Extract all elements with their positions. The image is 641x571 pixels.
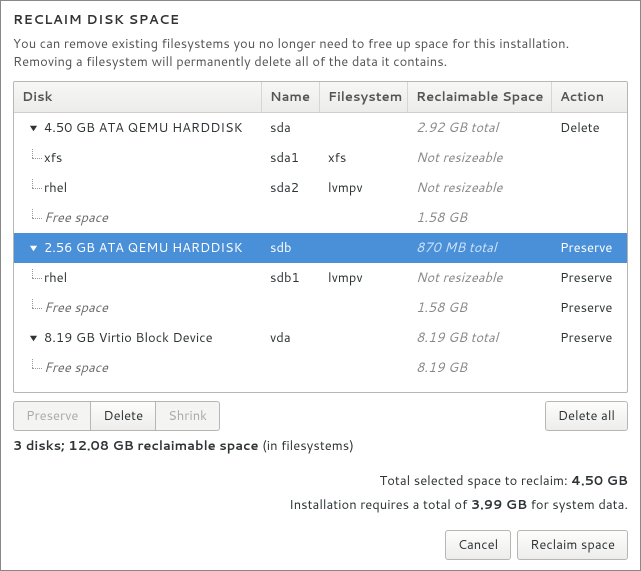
required-space-line: Installation requires a total of 3.99 GB… — [13, 493, 628, 518]
row-action: Preserve — [552, 299, 627, 317]
table-header: Disk Name Filesystem Reclaimable Space A… — [14, 82, 627, 113]
row-disk-label: xfs — [44, 149, 62, 167]
row-name: sdb1 — [262, 269, 320, 287]
chevron-down-icon[interactable] — [26, 121, 40, 135]
row-disk-label: Free space — [44, 359, 108, 377]
row-filesystem: lvmpv — [320, 269, 408, 287]
row-reclaimable: 8.19 GB total — [408, 329, 552, 347]
row-reclaimable: 1.58 GB — [408, 299, 552, 317]
row-reclaimable: Not resizeable — [408, 149, 552, 167]
table-row[interactable]: Free space 1.58 GBPreserve — [14, 293, 627, 323]
delete-button[interactable]: Delete — [90, 401, 156, 431]
row-disk-label: rhel — [44, 179, 67, 197]
row-reclaimable: 2.92 GB total — [408, 119, 552, 137]
row-reclaimable: 870 MB total — [408, 239, 552, 257]
col-action[interactable]: Action — [552, 82, 627, 112]
table-body: 4.50 GB ATA QEMU HARDDISK sda 2.92 GB tota… — [14, 113, 627, 391]
col-reclaimable[interactable]: Reclaimable Space — [408, 82, 552, 112]
col-disk[interactable]: Disk — [14, 82, 262, 112]
row-reclaimable: Not resizeable — [408, 179, 552, 197]
row-name: vda — [262, 329, 320, 347]
cancel-button[interactable]: Cancel — [445, 530, 511, 560]
table-row[interactable]: 8.19 GB Virtio Block Device vda 8.19 GB to… — [14, 323, 627, 353]
summary-line: 3 disks; 12.08 GB reclaimable space (in … — [13, 437, 628, 455]
row-disk-label: 4.50 GB ATA QEMU HARDDISK — [44, 119, 243, 137]
table-row[interactable]: 4.50 GB ATA QEMU HARDDISK sda 2.92 GB tota… — [14, 113, 627, 143]
row-name: sda — [262, 119, 320, 137]
row-reclaimable: 8.19 GB — [408, 359, 552, 377]
table-row[interactable]: 2.56 GB ATA QEMU HARDDISK sdb 870 MB total… — [14, 233, 627, 263]
table-row[interactable]: Free space 1.58 GB — [14, 203, 627, 233]
col-filesystem[interactable]: Filesystem — [320, 82, 408, 112]
row-disk-label: rhel — [44, 269, 67, 287]
row-filesystem: lvmpv — [320, 179, 408, 197]
row-name: sda2 — [262, 179, 320, 197]
shrink-button[interactable]: Shrink — [155, 401, 220, 431]
dialog-footer: Cancel Reclaim space — [13, 530, 628, 560]
row-action: Preserve — [552, 269, 627, 287]
col-name[interactable]: Name — [262, 82, 320, 112]
row-name: sdb — [262, 239, 320, 257]
row-name: sda1 — [262, 149, 320, 167]
action-button-group: Preserve Delete Shrink — [13, 401, 220, 431]
disk-table: Disk Name Filesystem Reclaimable Space A… — [13, 81, 628, 392]
table-row[interactable]: xfssda1xfsNot resizeable — [14, 143, 627, 173]
preserve-button[interactable]: Preserve — [13, 401, 91, 431]
table-row[interactable]: rhel sda2lvmpvNot resizeable — [14, 173, 627, 203]
row-disk-label: Free space — [44, 299, 108, 317]
row-disk-label: Free space — [44, 209, 108, 227]
chevron-down-icon[interactable] — [26, 331, 40, 345]
table-row[interactable]: Free space 8.19 GB — [14, 353, 627, 383]
selected-space-line: Total selected space to reclaim: 4.50 GB — [13, 469, 628, 494]
chevron-down-icon[interactable] — [26, 241, 40, 255]
summary-rest: (in filesystems) — [259, 437, 354, 455]
row-disk-label: 2.56 GB ATA QEMU HARDDISK — [44, 239, 243, 257]
row-action: Preserve — [552, 329, 627, 347]
row-action: Preserve — [552, 239, 627, 257]
table-row[interactable]: rhel sdb1lvmpvNot resizeablePreserve — [14, 263, 627, 293]
row-reclaimable: Not resizeable — [408, 269, 552, 287]
delete-all-button[interactable]: Delete all — [545, 401, 628, 431]
row-reclaimable: 1.58 GB — [408, 209, 552, 227]
row-action: Delete — [552, 119, 627, 137]
reclaim-space-button[interactable]: Reclaim space — [517, 530, 628, 560]
summary-bold: 3 disks; 12.08 GB reclaimable space — [13, 437, 259, 455]
row-disk-label: 8.19 GB Virtio Block Device — [44, 329, 213, 347]
row-filesystem: xfs — [320, 149, 408, 167]
dialog-title: RECLAIM DISK SPACE — [13, 11, 628, 29]
dialog-description: You can remove existing filesystems you … — [13, 35, 628, 71]
